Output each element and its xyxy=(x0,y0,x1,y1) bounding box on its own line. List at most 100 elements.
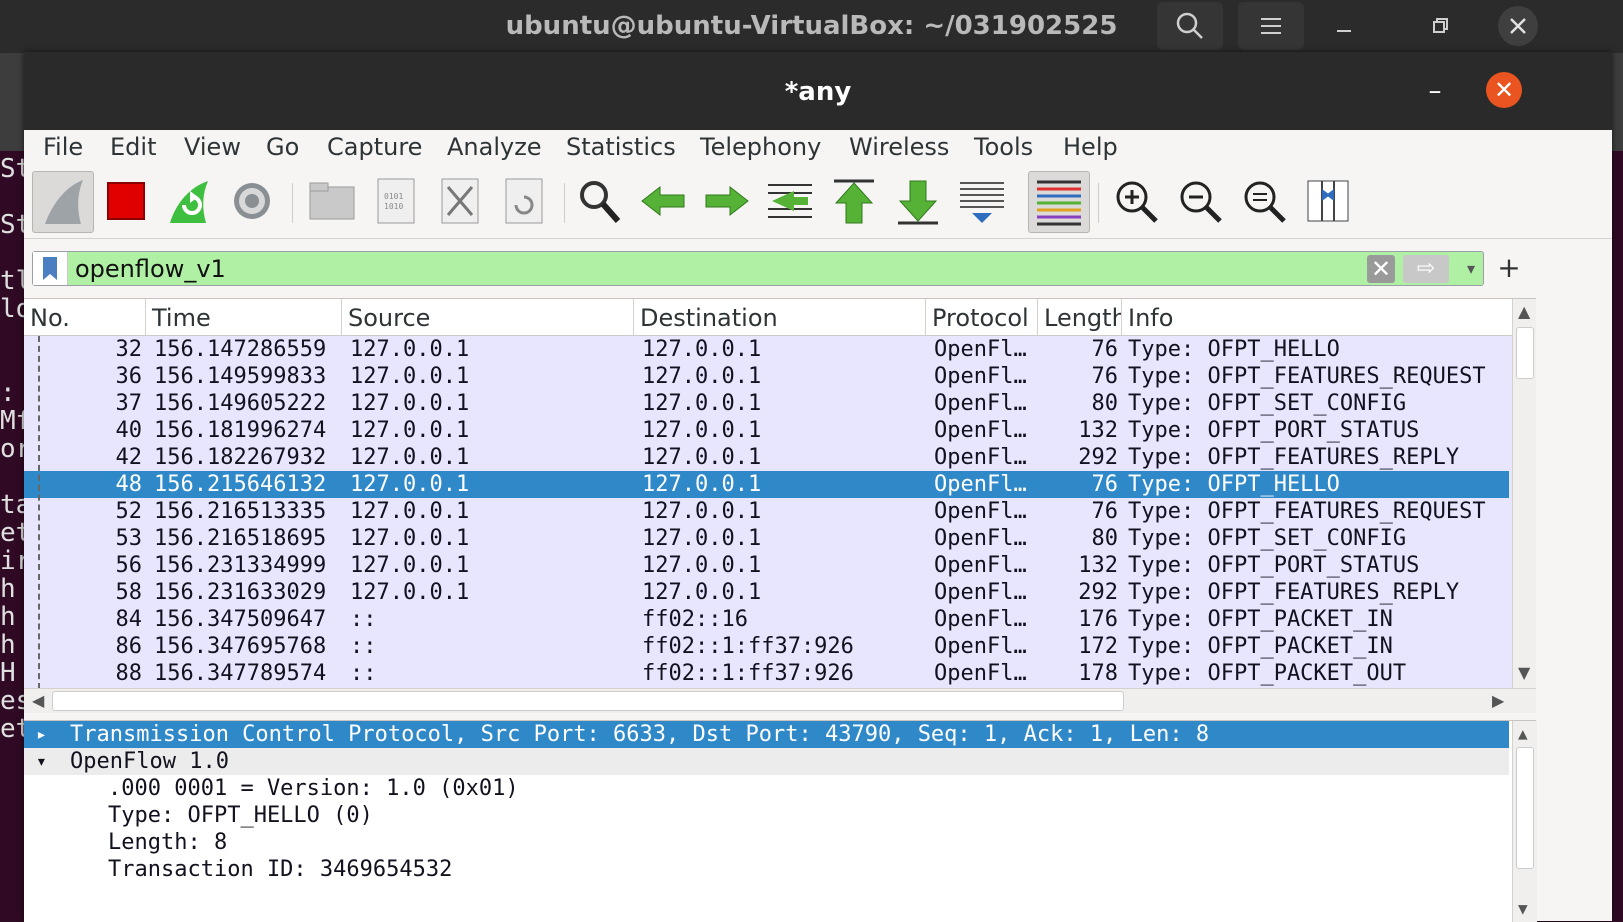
collapse-arrow-icon[interactable]: ▸ xyxy=(36,721,47,748)
filter-apply-button[interactable]: ⇨ xyxy=(1403,255,1449,283)
terminal-maximize-button[interactable] xyxy=(1418,2,1462,50)
detail-tree-item[interactable]: .000 0001 = Version: 1.0 (0x01) xyxy=(24,775,1509,802)
column-no[interactable]: No. xyxy=(24,299,146,335)
terminal-close-button[interactable] xyxy=(1498,6,1538,46)
column-destination[interactable]: Destination xyxy=(634,299,926,335)
zoom-out-button[interactable] xyxy=(1174,175,1226,227)
go-forward-button[interactable] xyxy=(700,175,752,227)
menu-view[interactable]: View xyxy=(184,130,241,164)
expand-arrow-icon[interactable]: ▾ xyxy=(36,748,47,775)
scroll-up-icon[interactable]: ▲ xyxy=(1518,724,1528,743)
packet-row[interactable]: 32 156.147286559 127.0.0.1 127.0.0.1 OpenFl…… xyxy=(24,336,1509,363)
open-file-button[interactable] xyxy=(306,175,358,227)
hamburger-icon xyxy=(1261,18,1281,34)
cell-protocol: OpenFl… xyxy=(934,607,1027,632)
packet-row[interactable]: 42 156.182267932 127.0.0.1 127.0.0.1 OpenFl…… xyxy=(24,444,1509,471)
find-packet-button[interactable] xyxy=(574,175,626,227)
packet-row[interactable]: 84 156.347509647:: ff02::16 OpenFl… 176 Type:… xyxy=(24,606,1509,633)
cell-protocol: OpenFl… xyxy=(934,337,1027,362)
detail-tree-item[interactable]: ▾ OpenFlow 1.0 xyxy=(24,748,1509,775)
start-capture-button[interactable] xyxy=(32,171,94,233)
last-packet-button[interactable] xyxy=(892,175,944,227)
zoom-in-button[interactable] xyxy=(1110,175,1162,227)
packet-row[interactable]: 52 156.216513335 127.0.0.1 127.0.0.1 OpenFl…… xyxy=(24,498,1509,525)
go-forward-icon xyxy=(705,185,749,217)
cell-source: :: xyxy=(350,634,377,659)
resize-columns-button[interactable] xyxy=(1302,175,1354,227)
autoscroll-icon xyxy=(960,182,1004,223)
normal-size-button[interactable] xyxy=(1238,175,1290,227)
packet-row[interactable]: 40 156.181996274 127.0.0.1 127.0.0.1 OpenFl…… xyxy=(24,417,1509,444)
menu-go[interactable]: Go xyxy=(266,130,299,164)
wireshark-window: *any – ✕ File Edit View Go Capture Analy… xyxy=(24,52,1612,922)
detail-tree-item[interactable]: Length: 8 xyxy=(24,829,1509,856)
close-file-icon xyxy=(441,178,479,224)
menu-edit[interactable]: Edit xyxy=(110,130,156,164)
colorize-button[interactable] xyxy=(1028,171,1090,233)
first-packet-button[interactable] xyxy=(828,175,880,227)
packet-row[interactable]: 53 156.216518695 127.0.0.1 127.0.0.1 OpenFl…… xyxy=(24,525,1509,552)
close-button[interactable]: ✕ xyxy=(1486,72,1522,108)
autoscroll-button[interactable] xyxy=(956,175,1008,227)
packet-row[interactable]: 37 156.149605222 127.0.0.1 127.0.0.1 OpenFl…… xyxy=(24,390,1509,417)
restart-capture-button[interactable] xyxy=(164,175,216,227)
terminal-search-button[interactable] xyxy=(1157,2,1223,50)
capture-options-button[interactable] xyxy=(226,175,278,227)
cell-destination: 127.0.0.1 xyxy=(642,472,762,497)
packet-row[interactable]: 36 156.149599833 127.0.0.1 127.0.0.1 OpenFl…… xyxy=(24,363,1509,390)
cell-destination: 127.0.0.1 xyxy=(642,580,762,605)
stop-capture-button[interactable] xyxy=(100,175,152,227)
detail-tree-item[interactable]: Transaction ID: 3469654532 xyxy=(24,856,1509,883)
go-back-button[interactable] xyxy=(638,175,690,227)
terminal-menu-button[interactable] xyxy=(1238,2,1304,50)
hscroll-thumb[interactable] xyxy=(52,691,1124,711)
column-protocol[interactable]: Protocol xyxy=(926,299,1038,335)
filter-history-dropdown[interactable]: ▾ xyxy=(1459,255,1483,283)
scroll-right-icon[interactable]: ▶ xyxy=(1492,691,1504,710)
scroll-thumb[interactable] xyxy=(1516,327,1534,379)
scroll-down-icon[interactable]: ▼ xyxy=(1518,899,1528,918)
close-file-button[interactable] xyxy=(434,175,486,227)
save-file-button[interactable]: 0101 1010 xyxy=(370,175,422,227)
terminal-minimize-button[interactable] xyxy=(1322,2,1366,50)
menu-analyze[interactable]: Analyze xyxy=(447,130,542,164)
cell-protocol: OpenFl… xyxy=(934,553,1027,578)
menu-capture[interactable]: Capture xyxy=(327,130,422,164)
column-info[interactable]: Info xyxy=(1122,299,1512,335)
display-filter-input[interactable]: openflow_v1 xyxy=(75,252,226,285)
details-vscroll[interactable]: ▲ ▼ xyxy=(1512,721,1537,922)
cell-time: 156.347509647 xyxy=(154,607,327,632)
menu-help[interactable]: Help xyxy=(1063,130,1118,164)
packet-row[interactable]: 88 156.347789574:: ff02::1:ff37:926 OpenFl…… xyxy=(24,660,1509,687)
add-filter-button[interactable]: + xyxy=(1494,251,1524,284)
menu-telephony[interactable]: Telephony xyxy=(700,130,821,164)
packet-list-hscroll[interactable]: ◀ ▶ xyxy=(24,688,1536,713)
filter-bookmark-button[interactable] xyxy=(33,252,68,285)
packet-row[interactable]: 86 156.347695768:: ff02::1:ff37:926 OpenFl…… xyxy=(24,633,1509,660)
menu-file[interactable]: File xyxy=(43,130,83,164)
scroll-up-icon[interactable]: ▲ xyxy=(1518,302,1530,321)
column-source[interactable]: Source xyxy=(342,299,634,335)
options-gear-icon xyxy=(234,183,270,219)
detail-tree-item[interactable]: ▸ Transmission Control Protocol, Src Port… xyxy=(24,721,1509,748)
column-time[interactable]: Time xyxy=(146,299,342,335)
packet-row[interactable]: 58 156.231633029 127.0.0.1 127.0.0.1 OpenFl…… xyxy=(24,579,1509,606)
menu-statistics[interactable]: Statistics xyxy=(566,130,676,164)
detail-tree-item[interactable]: Type: OFPT_HELLO (0) xyxy=(24,802,1509,829)
cell-no: 40 xyxy=(115,418,143,443)
cell-time: 156.149599833 xyxy=(154,364,327,389)
packet-list-vscroll[interactable]: ▲ ▼ xyxy=(1512,299,1537,689)
minimize-button[interactable]: – xyxy=(1420,76,1450,106)
scroll-thumb[interactable] xyxy=(1516,747,1534,869)
reload-file-button[interactable] xyxy=(498,175,550,227)
packet-row[interactable]: 56 156.231334999 127.0.0.1 127.0.0.1 OpenFl…… xyxy=(24,552,1509,579)
menu-tools[interactable]: Tools xyxy=(974,130,1033,164)
menu-wireless[interactable]: Wireless xyxy=(849,130,949,164)
scroll-left-icon[interactable]: ◀ xyxy=(32,691,44,710)
go-to-packet-button[interactable] xyxy=(764,175,816,227)
column-length[interactable]: Length xyxy=(1038,299,1122,335)
packet-row-selected[interactable]: 48 156.215646132 127.0.0.1 127.0.0.1 OpenFl…… xyxy=(24,471,1509,498)
filter-clear-button[interactable]: ✕ xyxy=(1367,255,1395,283)
cell-destination: 127.0.0.1 xyxy=(642,364,762,389)
scroll-down-icon[interactable]: ▼ xyxy=(1518,663,1530,682)
